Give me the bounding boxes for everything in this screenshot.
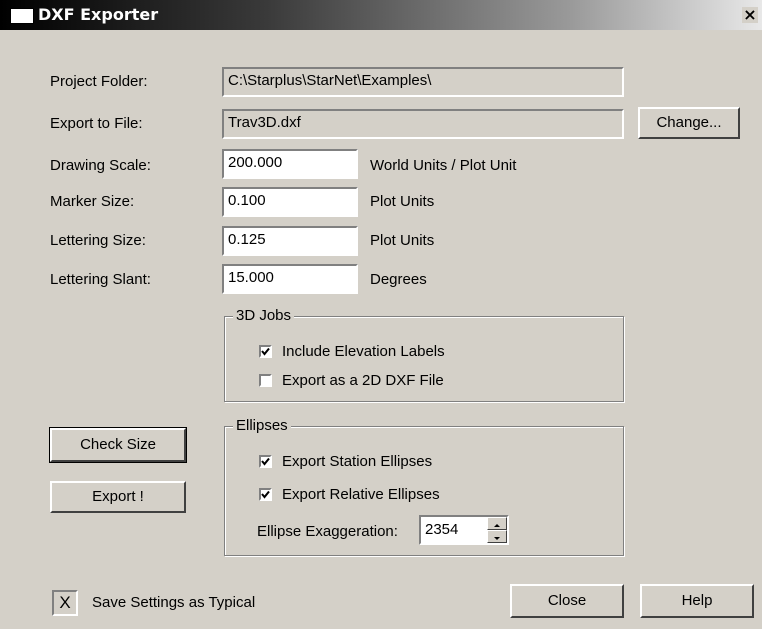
drawing-scale-input[interactable]: 200.000 (222, 149, 358, 179)
close-button[interactable]: Close (510, 584, 624, 618)
export-as-2d-label: Export as a 2D DXF File (282, 372, 444, 389)
export-station-ellipses-checkbox[interactable]: Export Station Ellipses (259, 453, 432, 470)
checkmark-icon (261, 347, 270, 356)
export-button[interactable]: Export ! (50, 481, 186, 513)
export-relative-ellipses-checkbox[interactable]: Export Relative Ellipses (259, 486, 440, 503)
marker-size-input[interactable]: 0.100 (222, 187, 358, 217)
lettering-size-unit: Plot Units (370, 232, 435, 249)
title-bar[interactable]: DXF Exporter × (0, 0, 762, 30)
marker-size-label: Marker Size: (50, 193, 135, 210)
include-elevation-labels-label: Include Elevation Labels (282, 343, 445, 360)
checkmark-icon (261, 490, 270, 499)
window-title: DXF Exporter (38, 5, 159, 24)
spin-down-arrow-icon (494, 537, 500, 540)
save-typical-toggle[interactable]: X (52, 590, 78, 616)
group-ellipses-title: Ellipses (233, 417, 291, 434)
lettering-slant-unit: Degrees (370, 271, 427, 288)
ellipse-exaggeration-value[interactable]: 2354 (425, 521, 458, 538)
lettering-slant-label: Lettering Slant: (50, 271, 151, 288)
save-typical-label: Save Settings as Typical (92, 594, 256, 611)
lettering-size-label: Lettering Size: (50, 232, 146, 249)
export-station-ellipses-label: Export Station Ellipses (282, 453, 433, 470)
include-elevation-labels-checkbox[interactable]: Include Elevation Labels (259, 343, 445, 360)
export-as-2d-box[interactable] (259, 374, 272, 387)
marker-size-unit: Plot Units (370, 193, 435, 210)
close-window-button[interactable]: × (742, 7, 758, 23)
spinner-buttons (487, 517, 507, 543)
change-button[interactable]: Change... (638, 107, 740, 139)
project-folder-field: C:\Starplus\StarNet\Examples\ (222, 67, 624, 97)
export-as-2d-checkbox[interactable]: Export as a 2D DXF File (259, 372, 444, 389)
export-relative-ellipses-box[interactable] (259, 488, 272, 501)
lettering-slant-input[interactable]: 15.000 (222, 264, 358, 294)
export-to-file-field: Trav3D.dxf (222, 109, 624, 139)
help-button[interactable]: Help (640, 584, 754, 618)
checkmark-icon (261, 457, 270, 466)
group-3d-jobs: 3D Jobs Include Elevation Labels Export … (224, 307, 624, 402)
ellipse-exaggeration-spinner[interactable]: 2354 (419, 515, 509, 545)
ellipse-exaggeration-label: Ellipse Exaggeration: (257, 523, 398, 540)
window-icon (10, 8, 34, 24)
spin-up-button[interactable] (487, 517, 507, 530)
include-elevation-labels-box[interactable] (259, 345, 272, 358)
dxf-exporter-dialog: DXF Exporter × Project Folder: C:\Starpl… (0, 0, 762, 629)
drawing-scale-label: Drawing Scale: (50, 157, 151, 174)
group-ellipses: Ellipses Export Station Ellipses Export … (224, 417, 624, 556)
export-relative-ellipses-label: Export Relative Ellipses (282, 486, 440, 503)
lettering-size-input[interactable]: 0.125 (222, 226, 358, 256)
export-station-ellipses-box[interactable] (259, 455, 272, 468)
project-folder-label: Project Folder: (50, 73, 148, 90)
export-to-file-label: Export to File: (50, 115, 143, 132)
check-size-button[interactable]: Check Size (49, 427, 187, 463)
spin-down-button[interactable] (487, 530, 507, 543)
drawing-scale-unit: World Units / Plot Unit (370, 157, 517, 174)
group-3d-jobs-title: 3D Jobs (233, 307, 295, 324)
